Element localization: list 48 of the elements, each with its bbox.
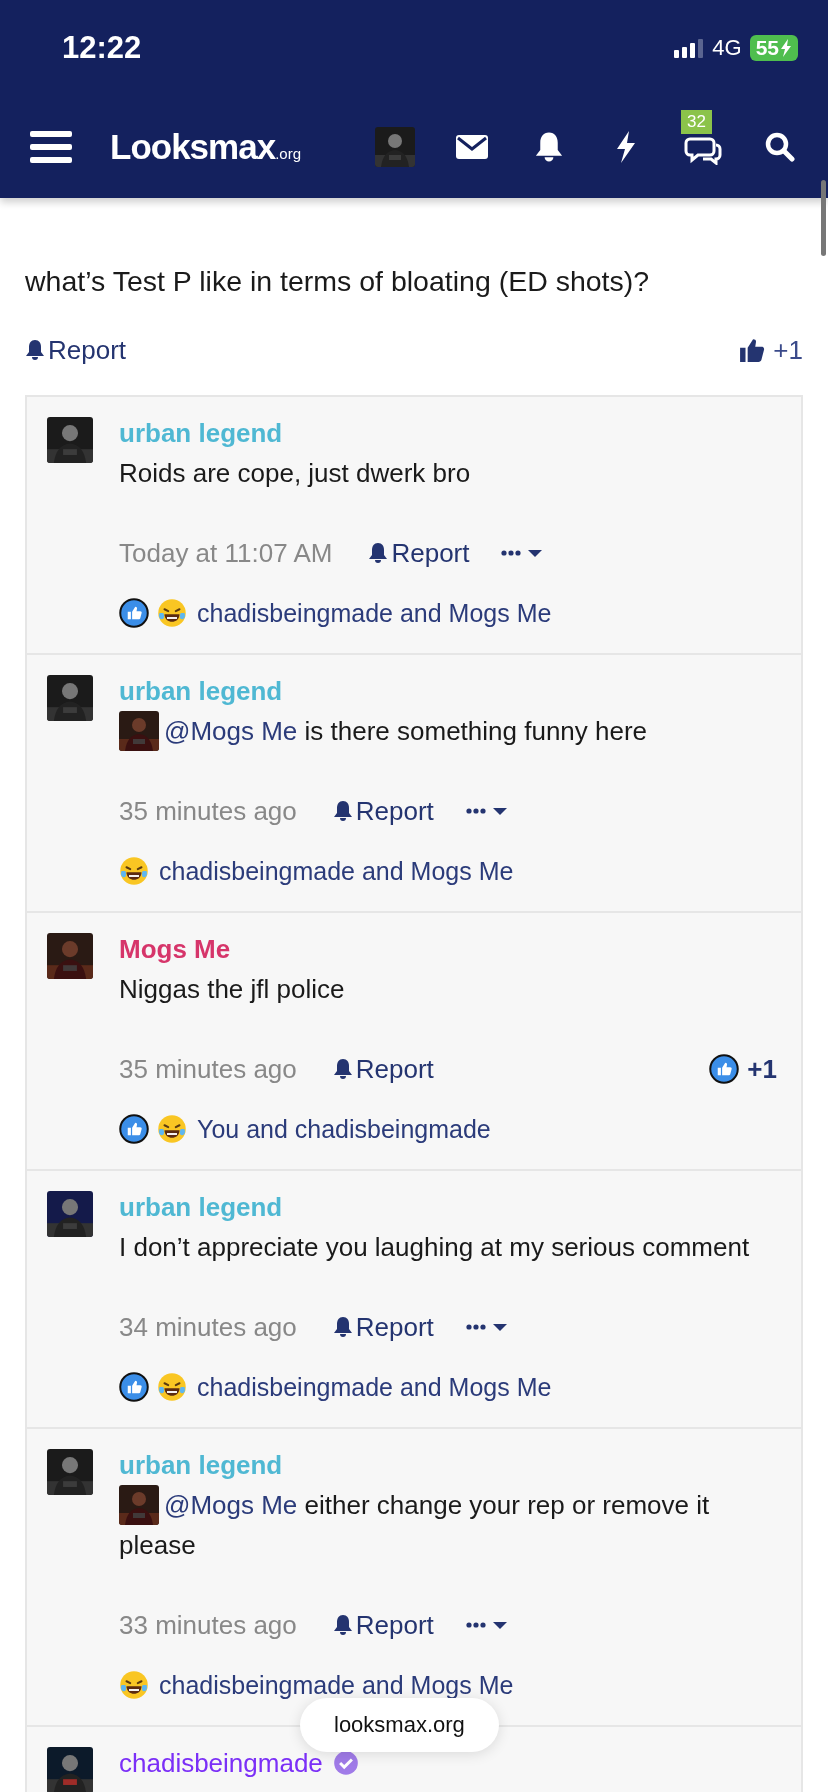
bell-icon	[332, 1058, 353, 1080]
like-count: +1	[773, 334, 803, 366]
bell-icon	[332, 800, 353, 822]
comment-text: @Mogs Me either change your rep or remove it please	[119, 1485, 781, 1565]
battery-indicator: 55	[749, 34, 798, 61]
timestamp: 33 minutes ago	[119, 1609, 297, 1641]
more-options-icon[interactable]	[465, 1321, 510, 1333]
avatar-button[interactable]	[373, 124, 417, 169]
timestamp: 35 minutes ago	[119, 1053, 297, 1085]
report-link[interactable]: Report	[332, 1609, 434, 1641]
post-text: what’s Test P like in terms of bloating (ED shots)?	[25, 264, 651, 299]
more-options-icon[interactable]	[465, 1619, 510, 1631]
reaction-list-link[interactable]: chadisbeingmade and Mogs Me	[159, 856, 514, 886]
signal-icon	[674, 37, 705, 58]
bell-icon	[332, 1614, 353, 1636]
timestamp: Today at 11:07 AM	[119, 537, 333, 569]
report-link[interactable]: Report	[368, 537, 470, 569]
more-options-icon[interactable]	[465, 805, 510, 817]
reaction-list-link[interactable]: chadisbeingmade and Mogs Me	[197, 598, 552, 628]
author-name[interactable]: Mogs Me	[119, 933, 231, 965]
reaction-list-link[interactable]: chadisbeingmade and Mogs Me	[197, 1372, 552, 1402]
comment-text: Roids are cope, just dwerk bro	[119, 457, 472, 490]
bell-icon	[332, 1316, 353, 1338]
mention-link[interactable]: @Mogs Me	[164, 1490, 298, 1520]
timestamp: 34 minutes ago	[119, 1311, 297, 1343]
report-link[interactable]: Report	[332, 1053, 434, 1085]
thumbs-up-icon	[709, 1054, 740, 1084]
scrollbar[interactable]	[821, 180, 826, 256]
comment-text: @Mogs Me is there something funny here	[119, 711, 781, 751]
network-label: 4G	[712, 34, 742, 61]
comment-text: Niggas the jfl police	[119, 973, 346, 1006]
report-link[interactable]: Report	[332, 795, 434, 827]
timestamp: 35 minutes ago	[119, 795, 297, 827]
site-logo[interactable]: Looksmax.org	[110, 126, 301, 167]
reaction-list-link[interactable]: chadisbeingmade and Mogs Me	[159, 1670, 514, 1700]
notification-badge: 32	[681, 109, 712, 134]
reaction-list-link[interactable]: You and chadisbeingmade	[197, 1114, 491, 1144]
comment-text: I don’t appreciate you laughing at my serious comment	[119, 1231, 751, 1264]
bell-icon	[368, 542, 389, 564]
report-link[interactable]: Report	[332, 1311, 434, 1343]
menu-icon[interactable]	[30, 129, 72, 164]
url-toast[interactable]: looksmax.org	[300, 1698, 499, 1752]
report-link[interactable]: Report	[25, 334, 127, 366]
clock-time: 12:22	[62, 29, 142, 66]
mention-link[interactable]: @Mogs Me	[164, 716, 298, 746]
bell-icon	[25, 339, 45, 361]
like-count: +1	[747, 1053, 777, 1085]
thumbs-up-icon	[739, 337, 766, 363]
